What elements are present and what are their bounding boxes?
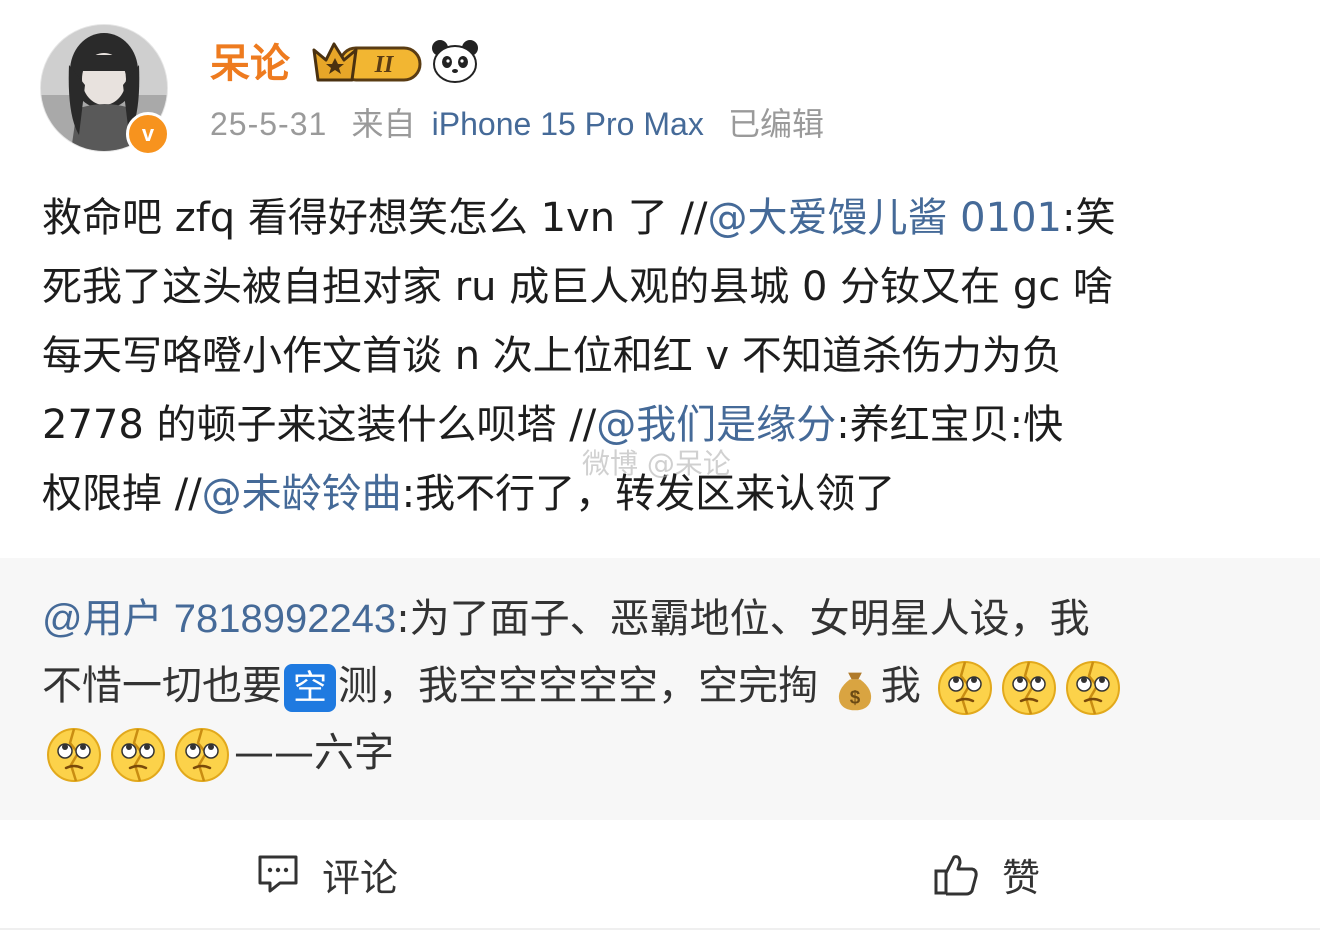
quote-user-mention[interactable]: @用户 7818992243 <box>42 597 396 641</box>
like-label: 赞 <box>1002 855 1041 900</box>
emoji-group <box>933 661 1125 715</box>
source-prefix: 来自 <box>351 105 416 143</box>
post-line: 死我了这头被自担对家 ru 成巨人观的县城 0 分钕又在 gc 啥 <box>42 253 1282 322</box>
post-text-segment: :养红宝贝:快 <box>836 402 1064 448</box>
post-actions-bar: 评论 赞 <box>0 820 1320 930</box>
comment-icon <box>258 855 298 893</box>
quote-line2-before: 不惜一切也要 <box>42 663 282 709</box>
quote-line: ——六字 <box>42 720 1282 787</box>
quote-line2-after: 测，我空空空空空，空完掏 <box>338 663 818 709</box>
post-text-segment: 每天写咯噔小作文首谈 n 次上位和红 v 不知道杀伤力为负 <box>42 333 1062 379</box>
edited-label[interactable]: 已编辑 <box>728 105 824 143</box>
quote-line: @用户 7818992243:为了面子、恶霸地位、女明星人设，我 <box>42 586 1282 653</box>
level-badge-text: II <box>374 52 395 78</box>
avatar-container[interactable]: v <box>40 24 170 156</box>
comment-button[interactable]: 评论 <box>256 846 398 902</box>
username[interactable]: 呆论 <box>210 38 290 90</box>
like-button[interactable]: 赞 <box>932 846 1040 902</box>
verified-badge-icon: v <box>126 112 170 156</box>
money-bag-emoji-icon: $ <box>838 672 871 711</box>
quoted-comment-block[interactable]: @用户 7818992243:为了面子、恶霸地位、女明星人设，我 不惜一切也要空… <box>0 558 1320 820</box>
post-date: 25-5-31 <box>210 106 328 142</box>
post-text-segment: :笑 <box>1061 195 1116 241</box>
post-text-segment: 死我了这头被自担对家 ru 成巨人观的县城 0 分钕又在 gc 啥 <box>42 264 1113 310</box>
broken-face-emoji-icon <box>175 728 229 782</box>
post-text-segment: 权限掉 // <box>42 471 202 517</box>
comment-label: 评论 <box>322 855 399 900</box>
weibo-post-page: v 呆论 II 25-5-31 来自 iPhone 15 Pro Max 已编辑… <box>0 0 1320 930</box>
broken-face-emoji-icon <box>47 728 101 782</box>
quote-line: 不惜一切也要空测，我空空空空空，空完掏 $ 我 <box>42 653 1282 720</box>
emoji-group <box>42 728 234 782</box>
quote-line3-text: ——六字 <box>234 730 394 776</box>
post-line: 救命吧 zfq 看得好想笑怎么 1vn 了 //@大爱馒儿酱 0101:笑 <box>42 184 1282 253</box>
kong-badge-icon: 空 <box>284 664 336 712</box>
broken-face-emoji-icon <box>938 661 993 715</box>
watermark: 微博 @呆论 <box>582 447 731 480</box>
user-mention[interactable]: @大爱馒儿酱 0101 <box>707 195 1062 241</box>
broken-face-emoji-icon <box>1066 661 1121 715</box>
user-mention[interactable]: @未龄铃曲 <box>202 471 402 517</box>
source-device-link[interactable]: iPhone 15 Pro Max <box>432 106 704 142</box>
quote-line1-text: :为了面子、恶霸地位、女明星人设，我 <box>396 596 1090 642</box>
post-text-segment: 2778 的顿子来这装什么呗塔 // <box>42 402 597 448</box>
quote-line2-end: 我 <box>880 663 921 709</box>
svg-text:$: $ <box>849 686 860 707</box>
post-text-segment: 救命吧 zfq 看得好想笑怎么 1vn 了 // <box>42 195 708 241</box>
broken-face-emoji-icon <box>1002 661 1057 715</box>
post-line: 每天写咯噔小作文首谈 n 次上位和红 v 不知道杀伤力为负 <box>42 322 1282 391</box>
post-meta: 25-5-31 来自 iPhone 15 Pro Max 已编辑 <box>210 102 838 146</box>
quoted-comment-text: @用户 7818992243:为了面子、恶霸地位、女明星人设，我 不惜一切也要空… <box>42 586 1282 787</box>
panda-icon <box>432 40 478 83</box>
thumbs-up-icon <box>934 855 978 896</box>
broken-face-emoji-icon <box>111 728 165 782</box>
crown-level-badge-icon[interactable]: II <box>310 38 426 86</box>
